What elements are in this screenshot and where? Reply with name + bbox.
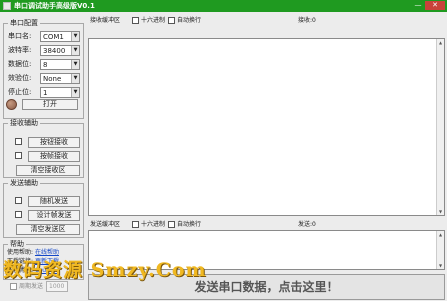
frame-receive-button[interactable]: 按帧接收 xyxy=(28,151,80,162)
data-bits-select[interactable]: 8 ▼ xyxy=(40,59,80,70)
random-send-button[interactable]: 随机发送 xyxy=(28,196,80,207)
frame-send-checkbox[interactable] xyxy=(15,211,22,218)
frame-receive-checkbox[interactable] xyxy=(15,152,22,159)
online-help-link[interactable]: 在线帮助 xyxy=(35,249,59,256)
receive-count: 接收:0 xyxy=(298,17,316,24)
window-title: 串口调试助手高级版V0.1 xyxy=(14,2,95,10)
frame-send-button[interactable]: 设计帧发送 xyxy=(28,210,80,221)
chevron-down-icon[interactable]: ▼ xyxy=(71,46,79,55)
port-config-title: 串口配置 xyxy=(8,19,40,27)
stop-bits-select[interactable]: 1 ▼ xyxy=(40,87,80,98)
close-button[interactable]: ✕ xyxy=(425,1,445,10)
chevron-down-icon[interactable]: ▼ xyxy=(71,60,79,69)
title-bar: 串口调试助手高级版V0.1 — ✕ xyxy=(0,0,447,12)
chevron-down-icon[interactable]: ▼ xyxy=(71,88,79,97)
send-wrap-label: 自动换行 xyxy=(177,221,202,228)
timer-send-row: 周期发送 1000 xyxy=(10,281,80,292)
data-bits-row: 数据位: 8 ▼ xyxy=(8,59,80,70)
baud-rate-value: 38400 xyxy=(43,47,66,55)
random-send-checkbox[interactable] xyxy=(15,197,22,204)
stop-bits-label: 停止位: xyxy=(8,88,32,96)
scroll-down-icon[interactable]: ▼ xyxy=(437,208,444,215)
receive-buffer-textarea[interactable]: ▲ ▼ xyxy=(88,38,445,216)
open-port-button[interactable]: 打开 xyxy=(22,99,78,110)
client-area: 串口配置 串口名: COM1 ▼ 波特率: 38400 ▼ 数据位: 8 ▼ 效… xyxy=(0,12,447,301)
port-name-label: 串口名: xyxy=(8,32,32,40)
port-name-row: 串口名: COM1 ▼ xyxy=(8,31,80,42)
button-receive-button[interactable]: 按钮接收 xyxy=(28,137,80,148)
scroll-up-icon[interactable]: ▲ xyxy=(437,231,444,238)
baud-rate-select[interactable]: 38400 ▼ xyxy=(40,45,80,56)
parity-select[interactable]: None ▼ xyxy=(40,73,80,84)
receive-hex-label: 十六进制 xyxy=(141,17,166,24)
send-scrollbar[interactable]: ▲ ▼ xyxy=(436,231,444,269)
help-title: 帮助 xyxy=(8,240,26,248)
timer-send-checkbox[interactable] xyxy=(10,283,17,290)
chevron-down-icon[interactable]: ▼ xyxy=(71,74,79,83)
send-buffer-label: 发送缓冲区 xyxy=(90,221,121,228)
port-status-led xyxy=(6,99,17,110)
send-hex-option[interactable]: 十六进制 xyxy=(132,220,165,229)
minimize-button[interactable]: — xyxy=(412,1,424,10)
stop-bits-value: 1 xyxy=(43,89,48,97)
receive-buffer-label: 接收缓冲区 xyxy=(90,17,121,24)
baud-rate-label: 波特率: xyxy=(8,46,32,54)
parity-label: 效验位: xyxy=(8,74,32,82)
receive-panel-header: 接收缓冲区 十六进制 自动换行 接收:0 xyxy=(88,16,445,25)
send-wrap-option[interactable]: 自动换行 xyxy=(168,220,201,229)
baud-rate-row: 波特率: 38400 ▼ xyxy=(8,45,80,56)
send-panel-header: 发送缓冲区 十六进制 自动换行 发送:0 xyxy=(88,220,445,229)
receive-wrap-checkbox[interactable] xyxy=(168,17,175,24)
port-name-select[interactable]: COM1 ▼ xyxy=(40,31,80,42)
app-icon xyxy=(3,2,11,10)
button-receive-checkbox[interactable] xyxy=(15,138,22,145)
parity-row: 效验位: None ▼ xyxy=(8,73,80,84)
parity-value: None xyxy=(43,75,62,83)
clear-send-button[interactable]: 清空发送区 xyxy=(16,224,80,235)
receive-scrollbar[interactable]: ▲ ▼ xyxy=(436,39,444,215)
chevron-down-icon[interactable]: ▼ xyxy=(71,32,79,41)
stop-bits-row: 停止位: 1 ▼ xyxy=(8,87,80,98)
timer-send-label: 周期发送 xyxy=(19,283,44,290)
port-name-value: COM1 xyxy=(43,33,64,41)
scroll-down-icon[interactable]: ▼ xyxy=(437,262,444,269)
receive-wrap-option[interactable]: 自动换行 xyxy=(168,16,201,25)
watermark: 数码资源 Smzy.Com xyxy=(3,259,207,281)
send-hex-label: 十六进制 xyxy=(141,221,166,228)
send-wrap-checkbox[interactable] xyxy=(168,221,175,228)
help-usage-line: 使用帮助: 在线帮助 xyxy=(7,249,59,257)
timer-interval-input[interactable]: 1000 xyxy=(46,281,68,292)
receive-wrap-label: 自动换行 xyxy=(177,17,202,24)
clear-receive-button[interactable]: 清空接收区 xyxy=(16,165,80,176)
scroll-up-icon[interactable]: ▲ xyxy=(437,39,444,46)
receive-assist-title: 接收辅助 xyxy=(8,119,40,127)
send-count: 发送:0 xyxy=(298,221,316,228)
data-bits-label: 数据位: xyxy=(8,60,32,68)
send-assist-title: 发送辅助 xyxy=(8,179,40,187)
help-usage-label: 使用帮助: xyxy=(7,249,34,256)
send-hex-checkbox[interactable] xyxy=(132,221,139,228)
receive-hex-option[interactable]: 十六进制 xyxy=(132,16,165,25)
data-bits-value: 8 xyxy=(43,61,48,69)
receive-hex-checkbox[interactable] xyxy=(132,17,139,24)
